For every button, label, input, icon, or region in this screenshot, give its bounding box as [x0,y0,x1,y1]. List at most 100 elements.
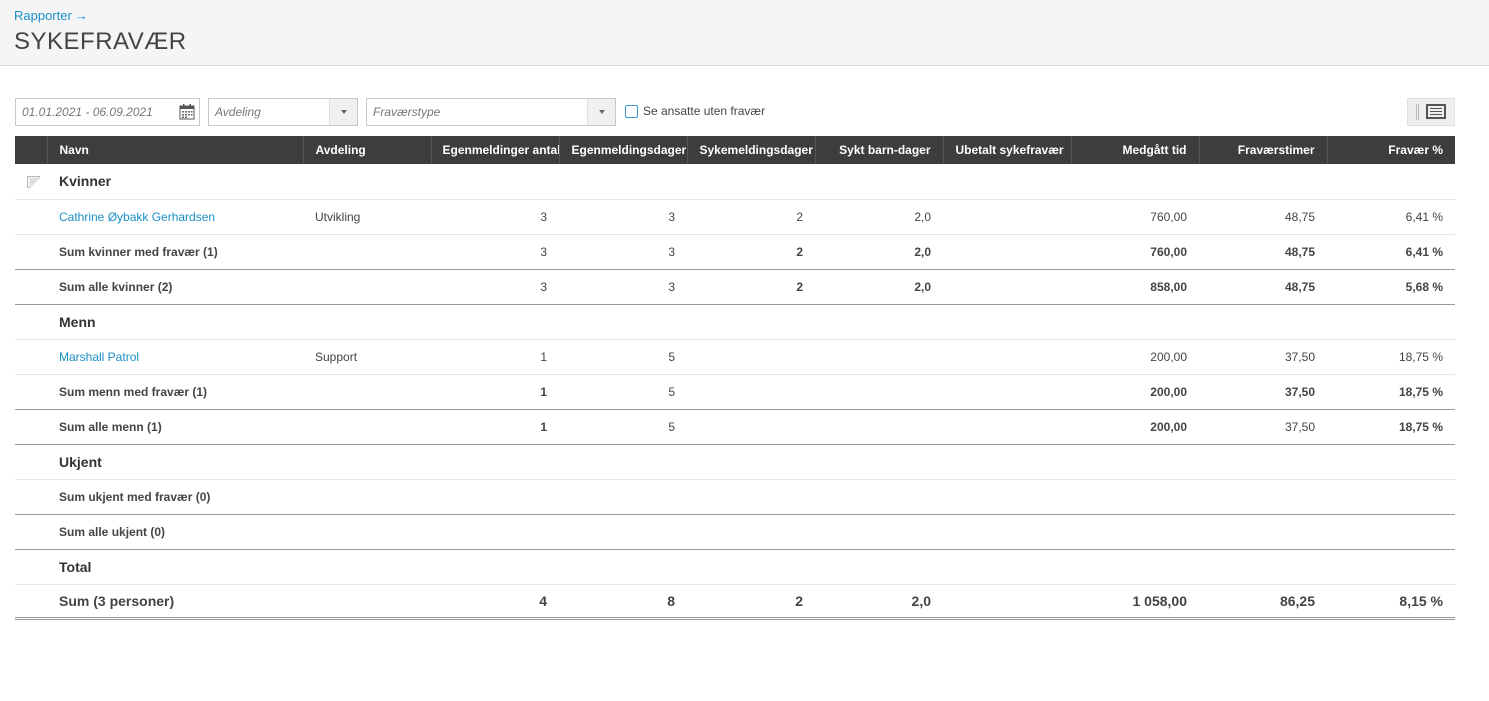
cell-sick-child-days: 2,0 [815,234,943,270]
department-cell: Utvikling [303,199,431,235]
cell-absence-hours: 86,25 [1199,584,1327,620]
column-header-absence-pct[interactable]: Fravær % [1326,136,1455,164]
note-icon[interactable] [27,176,40,189]
cell-unpaid-sick [943,199,1071,235]
cell-self-cert-count: 1 [431,339,559,375]
header-icon-col [15,136,47,164]
cell-absence-pct: 18,75 % [1327,339,1455,375]
cell-self-cert-count: 3 [431,234,559,270]
cell-sick-child-days: 2,0 [815,584,943,620]
calendar-icon[interactable] [179,104,195,120]
cell-sick-leave-days: 2 [687,269,815,305]
list-view-icon [1426,104,1446,119]
column-header-self-cert-days[interactable]: Egenmeldingsdager [558,136,687,164]
employee-name-cell[interactable]: Cathrine Øybakk Gerhardsen [47,199,303,235]
breadcrumb[interactable]: Rapporter → [14,8,1475,24]
checkbox-label: Se ansatte uten fravær [643,104,766,118]
department-placeholder: Avdeling [215,105,261,119]
cell-time-used: 200,00 [1071,409,1199,445]
page-header: Rapporter → SYKEFRAVÆR [0,0,1489,66]
column-header-name[interactable]: Navn [46,136,303,164]
cell-absence-hours: 48,75 [1199,269,1327,305]
cell-absence-hours: 48,75 [1199,199,1327,235]
cell-time-used: 1 058,00 [1071,584,1199,620]
cell-time-used: 760,00 [1071,234,1199,270]
cell-self-cert-count: 3 [431,199,559,235]
cell-sick-leave-days: 2 [687,234,815,270]
cell-self-cert-count: 3 [431,269,559,305]
sum-all-row: Sum alle kvinner (2) 3 3 2 2,0 858,00 48… [15,269,1455,305]
department-cell: Support [303,339,431,375]
column-header-self-cert-count[interactable]: Egenmeldinger antall [430,136,559,164]
sum-with-absence-row: Sum kvinner med fravær (1) 3 3 2 2,0 760… [15,234,1455,270]
view-toggle-button[interactable] [1407,98,1455,126]
column-header-absence-hours[interactable]: Fraværstimer [1198,136,1327,164]
date-range-value: 01.01.2021 - 06.09.2021 [22,105,153,119]
column-header-sick-child-days[interactable]: Sykt barn-dager [814,136,943,164]
filter-toolbar: 01.01.2021 - 06.09.2021 Avdeling Fraværs… [15,98,1455,126]
column-header-unpaid-sick[interactable]: Ubetalt sykefravær [942,136,1071,164]
breadcrumb-link-reports[interactable]: Rapporter [14,8,72,23]
group-title: Menn [47,304,1455,340]
note-cell[interactable] [15,164,47,200]
cell-absence-hours: 37,50 [1199,374,1327,410]
cell-absence-hours: 37,50 [1199,339,1327,375]
cell-self-cert-days: 8 [559,584,687,620]
sum-label: Sum alle ukjent (0) [47,514,1455,550]
absence-type-select[interactable]: Fraværstype [366,98,616,126]
table-row: Marshall Patrol Support 1 5 200,00 37,50… [15,339,1455,375]
cell-sick-child-days: 2,0 [815,199,943,235]
total-label: Sum (3 personer) [47,584,303,620]
date-range-field[interactable]: 01.01.2021 - 06.09.2021 [15,98,200,126]
cell-time-used: 200,00 [1071,374,1199,410]
employee-link[interactable]: Marshall Patrol [59,350,139,364]
sum-label: Sum ukjent med fravær (0) [47,479,1455,515]
group-title: Kvinner [47,164,1455,200]
cell-absence-pct: 6,41 % [1327,234,1455,270]
column-header-sick-leave-days[interactable]: Sykemeldingsdager [686,136,815,164]
cell-self-cert-days: 3 [559,199,687,235]
cell-self-cert-days: 5 [559,409,687,445]
employee-link[interactable]: Cathrine Øybakk Gerhardsen [59,210,215,224]
cell-sick-child-days: 2,0 [815,269,943,305]
grip-icon [1416,104,1419,120]
total-sum-row: Sum (3 personer) 4 8 2 2,0 1 058,00 86,2… [15,584,1455,620]
show-without-absence-toggle[interactable]: Se ansatte uten fravær [625,104,765,120]
employee-name-cell[interactable]: Marshall Patrol [47,339,303,375]
table-header-row: Navn Avdeling Egenmeldinger antall Egenm… [15,136,1455,164]
cell-self-cert-days: 5 [559,374,687,410]
chevron-down-icon[interactable] [587,99,615,125]
cell-self-cert-days: 3 [559,269,687,305]
sum-label: Sum kvinner med fravær (1) [47,234,303,270]
chevron-down-icon[interactable] [329,99,357,125]
sum-with-absence-row: Sum menn med fravær (1) 1 5 200,00 37,50… [15,374,1455,410]
group-row: Total [15,549,1455,585]
sum-label: Sum alle kvinner (2) [47,269,303,305]
cell-time-used: 858,00 [1071,269,1199,305]
absence-type-placeholder: Fraværstype [373,105,441,119]
checkbox[interactable] [625,105,638,118]
column-header-department[interactable]: Avdeling [302,136,431,164]
cell-absence-pct: 8,15 % [1327,584,1455,620]
sum-with-absence-row: Sum ukjent med fravær (0) [15,479,1455,515]
sum-label: Sum alle menn (1) [47,409,303,445]
sum-all-row: Sum alle menn (1) 1 5 200,00 37,50 18,75… [15,409,1455,445]
column-header-time-used[interactable]: Medgått tid [1070,136,1199,164]
group-title: Ukjent [47,444,1455,480]
cell-self-cert-days: 3 [559,234,687,270]
group-row: Ukjent [15,444,1455,480]
cell-absence-pct: 18,75 % [1327,409,1455,445]
cell-absence-pct: 18,75 % [1327,374,1455,410]
cell-self-cert-count: 4 [431,584,559,620]
cell-sick-leave-days: 2 [687,199,815,235]
cell-self-cert-count: 1 [431,409,559,445]
department-select[interactable]: Avdeling [208,98,358,126]
group-row: Kvinner [15,164,1455,200]
cell-time-used: 200,00 [1071,339,1199,375]
cell-sick-leave-days: 2 [687,584,815,620]
arrow-right-icon: → [74,8,88,23]
cell-self-cert-count: 1 [431,374,559,410]
cell-absence-hours: 37,50 [1199,409,1327,445]
cell-absence-pct: 6,41 % [1327,199,1455,235]
sum-label: Sum menn med fravær (1) [47,374,303,410]
